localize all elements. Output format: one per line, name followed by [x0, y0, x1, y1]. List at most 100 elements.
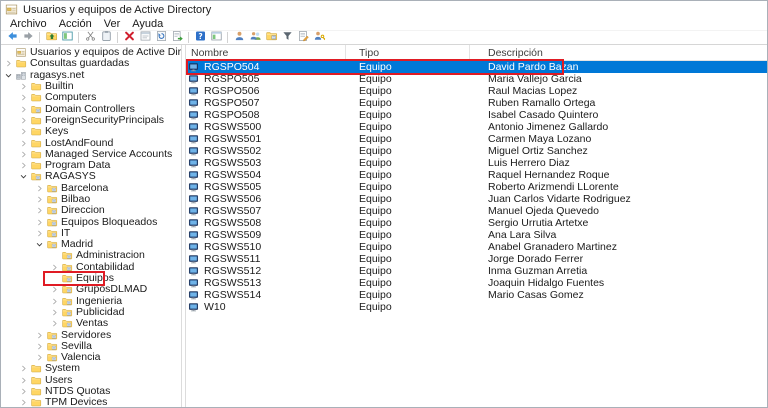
chevron-collapsed-icon[interactable]: [34, 217, 45, 228]
back-button[interactable]: [4, 31, 20, 44]
tree-item-administracion[interactable]: Administracion: [1, 250, 181, 261]
chevron-collapsed-icon[interactable]: [34, 183, 45, 194]
chevron-collapsed-icon[interactable]: [34, 194, 45, 205]
menu-archivo[interactable]: Archivo: [4, 18, 53, 30]
chevron-collapsed-icon[interactable]: [18, 149, 29, 160]
tree-item-keys[interactable]: Keys: [1, 126, 181, 137]
chevron-collapsed-icon[interactable]: [49, 284, 60, 295]
tree-item-computers[interactable]: Computers: [1, 92, 181, 103]
menu-accion[interactable]: Acción: [53, 18, 98, 30]
chevron-expanded-icon[interactable]: [34, 239, 45, 250]
list-row-rgsws507[interactable]: RGSWS507EquipoManuel Ojeda Quevedo: [186, 205, 767, 217]
list-row-rgspo506[interactable]: RGSPO506EquipoRaul Macias Lopez: [186, 85, 767, 97]
chevron-expanded-icon[interactable]: [18, 171, 29, 182]
tree-item-ragasys-net[interactable]: ragasys.net: [1, 70, 181, 81]
refresh-button[interactable]: [153, 31, 169, 44]
up-one-level-button[interactable]: [43, 31, 59, 44]
row-type: Equipo: [346, 241, 470, 253]
tree-item-foreignsecurityprincipals[interactable]: ForeignSecurityPrincipals: [1, 115, 181, 126]
chevron-collapsed-icon[interactable]: [49, 296, 60, 307]
cut-button[interactable]: [82, 31, 98, 44]
folder-icon: [29, 92, 42, 103]
delete-button[interactable]: [121, 31, 137, 44]
computer-icon: [188, 133, 200, 145]
list-row-rgsws512[interactable]: RGSWS512EquipoInma Guzman Arretia: [186, 265, 767, 277]
tree-item-direccion[interactable]: Direccion: [1, 205, 181, 216]
forward-button[interactable]: [20, 31, 36, 44]
list-row-rgspo507[interactable]: RGSPO507EquipoRuben Ramallo Ortega: [186, 97, 767, 109]
paste-button[interactable]: [98, 31, 114, 44]
list-row-w10[interactable]: W10Equipo: [186, 301, 767, 313]
new-organizational-unit-button[interactable]: [263, 31, 279, 44]
chevron-collapsed-icon[interactable]: [18, 81, 29, 92]
chevron-collapsed-icon[interactable]: [18, 138, 29, 149]
tree-item-barcelona[interactable]: Barcelona: [1, 183, 181, 194]
list-row-rgsws514[interactable]: RGSWS514EquipoMario Casas Gomez: [186, 289, 767, 301]
list-row-rgsws502[interactable]: RGSWS502EquipoMiguel Ortiz Sanchez: [186, 145, 767, 157]
chevron-collapsed-icon[interactable]: [18, 160, 29, 171]
chevron-collapsed-icon[interactable]: [34, 205, 45, 216]
chevron-expanded-icon[interactable]: [3, 70, 14, 81]
chevron-collapsed-icon[interactable]: [18, 397, 29, 407]
list-row-rgsws505[interactable]: RGSWS505EquipoRoberto Arizmendi LLorente: [186, 181, 767, 193]
list-row-rgsws501[interactable]: RGSWS501EquipoCarmen Maya Lozano: [186, 133, 767, 145]
list-row-rgsws504[interactable]: RGSWS504EquipoRaquel Hernandez Roque: [186, 169, 767, 181]
user-key-button[interactable]: [311, 31, 327, 44]
chevron-collapsed-icon[interactable]: [34, 352, 45, 363]
column-header-descripcion[interactable]: Descripción: [470, 45, 767, 60]
chevron-collapsed-icon[interactable]: [18, 126, 29, 137]
menu-ayuda[interactable]: Ayuda: [126, 18, 169, 30]
help-button[interactable]: ?: [192, 31, 208, 44]
properties-button[interactable]: [137, 31, 153, 44]
column-header-tipo[interactable]: Tipo: [346, 45, 470, 60]
chevron-collapsed-icon[interactable]: [18, 363, 29, 374]
tree-item-valencia[interactable]: Valencia: [1, 352, 181, 363]
chevron-collapsed-icon[interactable]: [3, 58, 14, 69]
chevron-collapsed-icon[interactable]: [49, 318, 60, 329]
list-row-rgsws509[interactable]: RGSWS509EquipoAna Lara Silva: [186, 229, 767, 241]
row-description: Isabel Casado Quintero: [470, 109, 767, 121]
row-type: Equipo: [346, 157, 470, 169]
tree-item-equipos-bloqueados[interactable]: Equipos Bloqueados: [1, 216, 181, 227]
row-description: Raul Macias Lopez: [470, 85, 767, 97]
list-row-rgsws510[interactable]: RGSWS510EquipoAnabel Granadero Martinez: [186, 241, 767, 253]
edit-list-button[interactable]: [295, 31, 311, 44]
chevron-collapsed-icon[interactable]: [18, 115, 29, 126]
chevron-collapsed-icon[interactable]: [18, 104, 29, 115]
tree-item-ventas[interactable]: Ventas: [1, 318, 181, 329]
row-name: RGSWS501: [204, 133, 261, 145]
menu-bar: Archivo Acción Ver Ayuda: [1, 18, 767, 31]
new-group-button[interactable]: [247, 31, 263, 44]
column-header-nombre[interactable]: Nombre: [186, 45, 346, 60]
tree-item-system[interactable]: System: [1, 363, 181, 374]
menu-ver[interactable]: Ver: [98, 18, 127, 30]
chevron-collapsed-icon[interactable]: [18, 386, 29, 397]
list-row-rgsws503[interactable]: RGSWS503EquipoLuis Herrero Diaz: [186, 157, 767, 169]
chevron-collapsed-icon[interactable]: [18, 375, 29, 386]
list-row-rgsws513[interactable]: RGSWS513EquipoJoaquin Hidalgo Fuentes: [186, 277, 767, 289]
tree-item-gruposdlmad[interactable]: GruposDLMAD: [1, 284, 181, 295]
filter-button[interactable]: [279, 31, 295, 44]
new-user-button[interactable]: [231, 31, 247, 44]
tree-item-tpm-devices[interactable]: TPM Devices: [1, 397, 181, 407]
chevron-collapsed-icon[interactable]: [49, 262, 60, 273]
chevron-collapsed-icon[interactable]: [34, 341, 45, 352]
list-row-rgspo504[interactable]: RGSPO504EquipoDavid Pardo Bazan: [186, 61, 767, 73]
list-row-rgspo505[interactable]: RGSPO505EquipoMaria Vallejo Garcia: [186, 73, 767, 85]
tree-item-consultas-guardadas[interactable]: Consultas guardadas: [1, 58, 181, 69]
list-row-rgsws500[interactable]: RGSWS500EquipoAntonio Jimenez Gallardo: [186, 121, 767, 133]
show-console-tree-button[interactable]: [59, 31, 75, 44]
list-row-rgsws506[interactable]: RGSWS506EquipoJuan Carlos Vidarte Rodrig…: [186, 193, 767, 205]
chevron-collapsed-icon[interactable]: [49, 307, 60, 318]
chevron-collapsed-icon[interactable]: [34, 228, 45, 239]
tree-item-ragasys[interactable]: RAGASYS: [1, 171, 181, 182]
console-window-button[interactable]: [208, 31, 224, 44]
list-row-rgsws511[interactable]: RGSWS511EquipoJorge Dorado Ferrer: [186, 253, 767, 265]
export-list-button[interactable]: [169, 31, 185, 44]
list-row-rgspo508[interactable]: RGSPO508EquipoIsabel Casado Quintero: [186, 109, 767, 121]
chevron-collapsed-icon[interactable]: [34, 330, 45, 341]
list-row-rgsws508[interactable]: RGSWS508EquipoSergio Urrutia Artetxe: [186, 217, 767, 229]
tree-item-lostandfound[interactable]: LostAndFound: [1, 137, 181, 148]
chevron-collapsed-icon[interactable]: [18, 92, 29, 103]
row-description: David Pardo Bazan: [470, 61, 767, 73]
